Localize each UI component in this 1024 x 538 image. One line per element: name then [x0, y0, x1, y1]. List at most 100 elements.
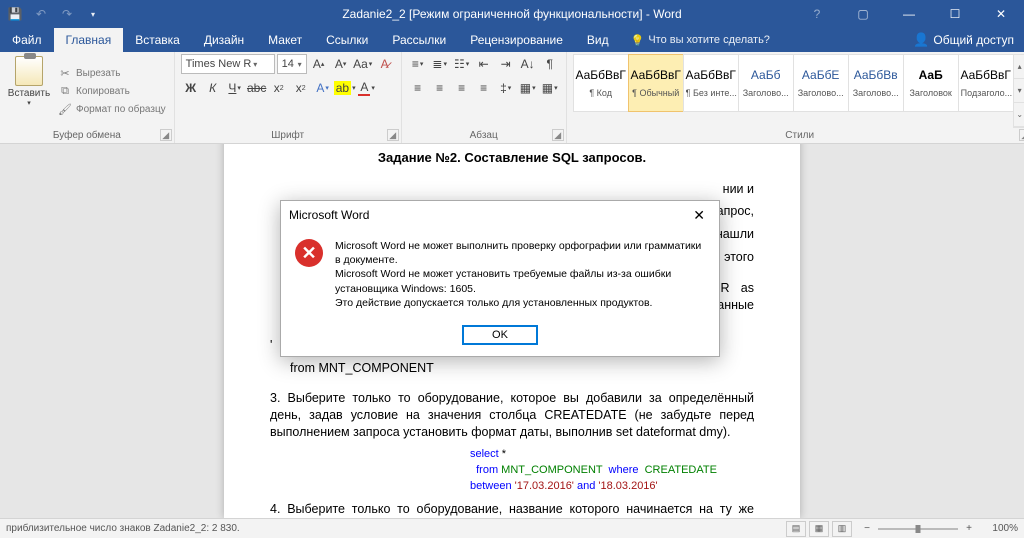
strikethrough-button[interactable]: abc [247, 78, 267, 98]
tab-view[interactable]: Вид [575, 28, 621, 52]
style-cell-5[interactable]: АаБбВвЗаголово... [848, 54, 904, 112]
dialog-msg-3: Это действие допускается только для уста… [335, 296, 705, 310]
tell-me[interactable]: 💡 Что вы хотите сделать? [631, 28, 770, 52]
qat-customize-icon[interactable]: ▾ [82, 3, 104, 25]
ribbon-display-button[interactable]: ▢ [840, 0, 886, 28]
format-painter-button[interactable]: 🖌Формат по образцу [56, 101, 168, 117]
style-cell-1[interactable]: АаБбВвГ¶ Обычный [628, 54, 684, 112]
group-clipboard: Вставить ▾ ✂Вырезать ⧉Копировать 🖌Формат… [0, 52, 175, 143]
cut-label: Вырезать [76, 68, 120, 79]
style-cell-2[interactable]: АаБбВвГ¶ Без инте... [683, 54, 739, 112]
paste-icon [15, 56, 43, 86]
group-clipboard-label: Буфер обмена [6, 128, 168, 143]
tab-insert[interactable]: Вставка [123, 28, 192, 52]
sort-button[interactable]: A↓ [518, 54, 538, 74]
zoom-slider[interactable] [878, 528, 958, 530]
paragraph-launcher[interactable]: ◢ [552, 129, 564, 141]
bullets-button[interactable]: ≡▾ [408, 54, 428, 74]
help-button[interactable]: ? [794, 0, 840, 28]
tab-review[interactable]: Рецензирование [458, 28, 575, 52]
numbering-button[interactable]: ≣▾ [430, 54, 450, 74]
superscript-button[interactable]: x2 [291, 78, 311, 98]
group-font-label: Шрифт [181, 128, 395, 143]
decrease-indent-button[interactable]: ⇤ [474, 54, 494, 74]
share-button[interactable]: 👤 Общий доступ [903, 28, 1024, 52]
web-layout-button[interactable]: ▥ [832, 521, 852, 537]
justify-button[interactable]: ≡ [474, 78, 494, 98]
group-paragraph-label: Абзац [408, 128, 560, 143]
cut-button[interactable]: ✂Вырезать [56, 65, 168, 81]
clipboard-launcher[interactable]: ◢ [160, 129, 172, 141]
copy-button[interactable]: ⧉Копировать [56, 83, 168, 99]
styles-up[interactable]: ▴ [1014, 55, 1024, 79]
title-bar: 💾 ↶ ↷ ▾ Zadanie2_2 [Режим ограниченной ф… [0, 0, 1024, 28]
style-preview: АаБбВвГ [684, 68, 738, 82]
save-icon[interactable]: 💾 [4, 3, 26, 25]
close-button[interactable]: ✕ [978, 0, 1024, 28]
print-layout-button[interactable]: ▦ [809, 521, 829, 537]
styles-expand[interactable]: ⌄ [1014, 103, 1024, 127]
tab-layout[interactable]: Макет [256, 28, 314, 52]
style-cell-6[interactable]: АаБЗаголовок [903, 54, 959, 112]
quick-access-toolbar: 💾 ↶ ↷ ▾ [0, 3, 104, 25]
zoom-thumb[interactable] [916, 525, 921, 533]
shading-button[interactable]: ▦▾ [518, 78, 538, 98]
dialog-message: Microsoft Word не может выполнить провер… [335, 239, 705, 310]
show-marks-button[interactable]: ¶ [540, 54, 560, 74]
zoom-in-button[interactable]: + [962, 523, 976, 534]
font-launcher[interactable]: ◢ [387, 129, 399, 141]
text-effects-button[interactable]: A▾ [313, 78, 333, 98]
style-cell-7[interactable]: АаБбВвГПодзаголо... [958, 54, 1014, 112]
style-cell-4[interactable]: АаБбЕЗаголово... [793, 54, 849, 112]
view-buttons: ▤ ▦ ▥ [786, 521, 852, 537]
dialog-title-bar: Microsoft Word ✕ [281, 201, 719, 229]
align-right-button[interactable]: ≡ [452, 78, 472, 98]
brush-icon: 🖌 [58, 102, 72, 116]
grow-font-button[interactable]: A▴ [309, 54, 329, 74]
ribbon-tabs: Файл Главная Вставка Дизайн Макет Ссылки… [0, 28, 1024, 52]
shrink-font-button[interactable]: A▾ [331, 54, 351, 74]
highlight-button[interactable]: ab▾ [335, 78, 355, 98]
redo-icon[interactable]: ↷ [56, 3, 78, 25]
line-spacing-button[interactable]: ‡▾ [496, 78, 516, 98]
font-name-select[interactable]: Times New R▾ [181, 54, 275, 74]
styles-launcher[interactable]: ◢ [1019, 129, 1024, 141]
styles-down[interactable]: ▾ [1014, 79, 1024, 103]
tell-me-label: Что вы хотите сделать? [648, 34, 770, 46]
italic-button[interactable]: К [203, 78, 223, 98]
paste-button[interactable]: Вставить ▾ [6, 54, 52, 128]
group-styles-label: Стили [573, 128, 1024, 143]
font-color-button[interactable]: A▾ [357, 78, 377, 98]
zoom-percent[interactable]: 100% [980, 523, 1018, 534]
bold-button[interactable]: Ж [181, 78, 201, 98]
increase-indent-button[interactable]: ⇥ [496, 54, 516, 74]
dialog-close-button[interactable]: ✕ [687, 205, 711, 226]
subscript-button[interactable]: x2 [269, 78, 289, 98]
align-center-button[interactable]: ≡ [430, 78, 450, 98]
window-title: Zadanie2_2 [Режим ограниченной функциона… [342, 7, 681, 21]
status-bar: приблизительное число знаков Zadanie2_2:… [0, 518, 1024, 538]
align-left-button[interactable]: ≡ [408, 78, 428, 98]
clear-format-button[interactable]: A̷ [375, 54, 395, 74]
style-label: ¶ Код [574, 88, 628, 98]
style-cell-3[interactable]: АаБбЗаголово... [738, 54, 794, 112]
font-size-select[interactable]: 14▾ [277, 54, 307, 74]
maximize-button[interactable]: ☐ [932, 0, 978, 28]
zoom-out-button[interactable]: − [860, 523, 874, 534]
underline-button[interactable]: Ч▾ [225, 78, 245, 98]
tab-mailings[interactable]: Рассылки [380, 28, 458, 52]
multilevel-button[interactable]: ☷▾ [452, 54, 472, 74]
style-cell-0[interactable]: АаБбВвГ¶ Код [573, 54, 629, 112]
borders-button[interactable]: ▦▾ [540, 78, 560, 98]
group-paragraph: ≡▾ ≣▾ ☷▾ ⇤ ⇥ A↓ ¶ ≡ ≡ ≡ ≡ ‡▾ ▦▾ ▦▾ Абзац… [402, 52, 567, 143]
minimize-button[interactable]: — [886, 0, 932, 28]
tab-references[interactable]: Ссылки [314, 28, 380, 52]
status-chars[interactable]: приблизительное число знаков Zadanie2_2:… [6, 523, 240, 534]
tab-design[interactable]: Дизайн [192, 28, 256, 52]
change-case-button[interactable]: Aa▾ [353, 54, 373, 74]
tab-file[interactable]: Файл [0, 28, 54, 52]
undo-icon[interactable]: ↶ [30, 3, 52, 25]
tab-home[interactable]: Главная [54, 28, 124, 52]
read-mode-button[interactable]: ▤ [786, 521, 806, 537]
dialog-ok-button[interactable]: OK [463, 326, 537, 344]
